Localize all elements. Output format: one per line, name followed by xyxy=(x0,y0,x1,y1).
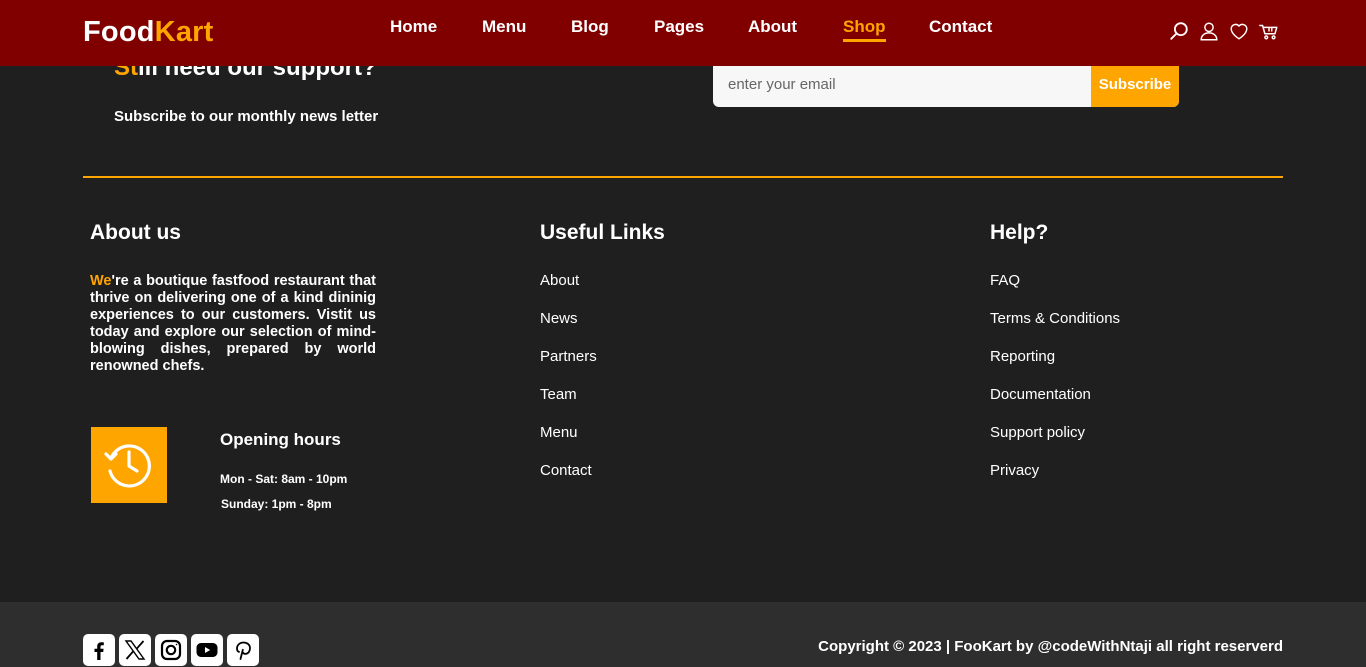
list-item: Partners xyxy=(540,348,597,386)
nav-home[interactable]: Home xyxy=(390,17,437,37)
list-item: Menu xyxy=(540,424,597,462)
nav-about[interactable]: About xyxy=(748,17,797,37)
link-menu[interactable]: Menu xyxy=(540,424,578,441)
subscribe-button[interactable]: Subscribe xyxy=(1091,61,1179,107)
list-item: Support policy xyxy=(990,424,1120,462)
instagram-icon[interactable] xyxy=(155,634,187,666)
top-header: FoodKart Home Menu Blog Pages About Shop… xyxy=(0,0,1366,66)
search-icon[interactable] xyxy=(1168,20,1190,44)
facebook-icon[interactable] xyxy=(83,634,115,666)
list-item: Privacy xyxy=(990,462,1120,500)
youtube-icon[interactable] xyxy=(191,634,223,666)
list-item: Reporting xyxy=(990,348,1120,386)
link-documentation[interactable]: Documentation xyxy=(990,386,1091,403)
list-item: FAQ xyxy=(990,272,1120,310)
link-faq[interactable]: FAQ xyxy=(990,272,1020,289)
useful-links-title: Useful Links xyxy=(540,221,665,244)
nav-contact[interactable]: Contact xyxy=(929,17,992,37)
list-item: News xyxy=(540,310,597,348)
list-item: About xyxy=(540,272,597,310)
nav-shop[interactable]: Shop xyxy=(843,17,886,42)
link-news[interactable]: News xyxy=(540,310,578,327)
about-title: About us xyxy=(90,221,181,244)
link-team[interactable]: Team xyxy=(540,386,577,403)
heart-icon[interactable] xyxy=(1228,20,1250,44)
main-nav: Home Menu Blog Pages About Shop Contact xyxy=(0,17,1366,47)
useful-links-list: About News Partners Team Menu Contact xyxy=(540,272,597,500)
link-reporting[interactable]: Reporting xyxy=(990,348,1055,365)
link-support-policy[interactable]: Support policy xyxy=(990,424,1085,441)
email-input[interactable] xyxy=(713,61,1091,107)
list-item: Team xyxy=(540,386,597,424)
list-item: Terms & Conditions xyxy=(990,310,1120,348)
nav-menu[interactable]: Menu xyxy=(482,17,526,37)
link-terms[interactable]: Terms & Conditions xyxy=(990,310,1120,327)
newsletter-form: Subscribe xyxy=(713,61,1179,107)
link-contact[interactable]: Contact xyxy=(540,462,592,479)
copyright-text: Copyright © 2023 | FooKart by @codeWithN… xyxy=(818,638,1283,655)
nav-pages[interactable]: Pages xyxy=(654,17,704,37)
section-divider xyxy=(83,176,1283,178)
hours-sunday: Sunday: 1pm - 8pm xyxy=(221,497,332,511)
help-title: Help? xyxy=(990,221,1049,244)
hours-weekday: Mon - Sat: 8am - 10pm xyxy=(220,472,348,486)
opening-hours-title: Opening hours xyxy=(220,430,341,449)
newsletter-subtitle: Subscribe to our monthly news letter xyxy=(114,108,379,125)
clock-history-icon xyxy=(91,427,167,503)
pinterest-icon[interactable] xyxy=(227,634,259,666)
nav-blog[interactable]: Blog xyxy=(571,17,609,37)
link-partners[interactable]: Partners xyxy=(540,348,597,365)
help-links-list: FAQ Terms & Conditions Reporting Documen… xyxy=(990,272,1120,500)
user-icon[interactable] xyxy=(1198,20,1220,44)
footer-bottom-bar: Copyright © 2023 | FooKart by @codeWithN… xyxy=(0,602,1366,667)
cart-icon[interactable] xyxy=(1258,20,1280,44)
list-item: Documentation xyxy=(990,386,1120,424)
about-text: We're a boutique fastfood restaurant tha… xyxy=(90,273,376,374)
x-icon[interactable] xyxy=(119,634,151,666)
link-privacy[interactable]: Privacy xyxy=(990,462,1039,479)
link-about[interactable]: About xyxy=(540,272,579,289)
list-item: Contact xyxy=(540,462,597,500)
